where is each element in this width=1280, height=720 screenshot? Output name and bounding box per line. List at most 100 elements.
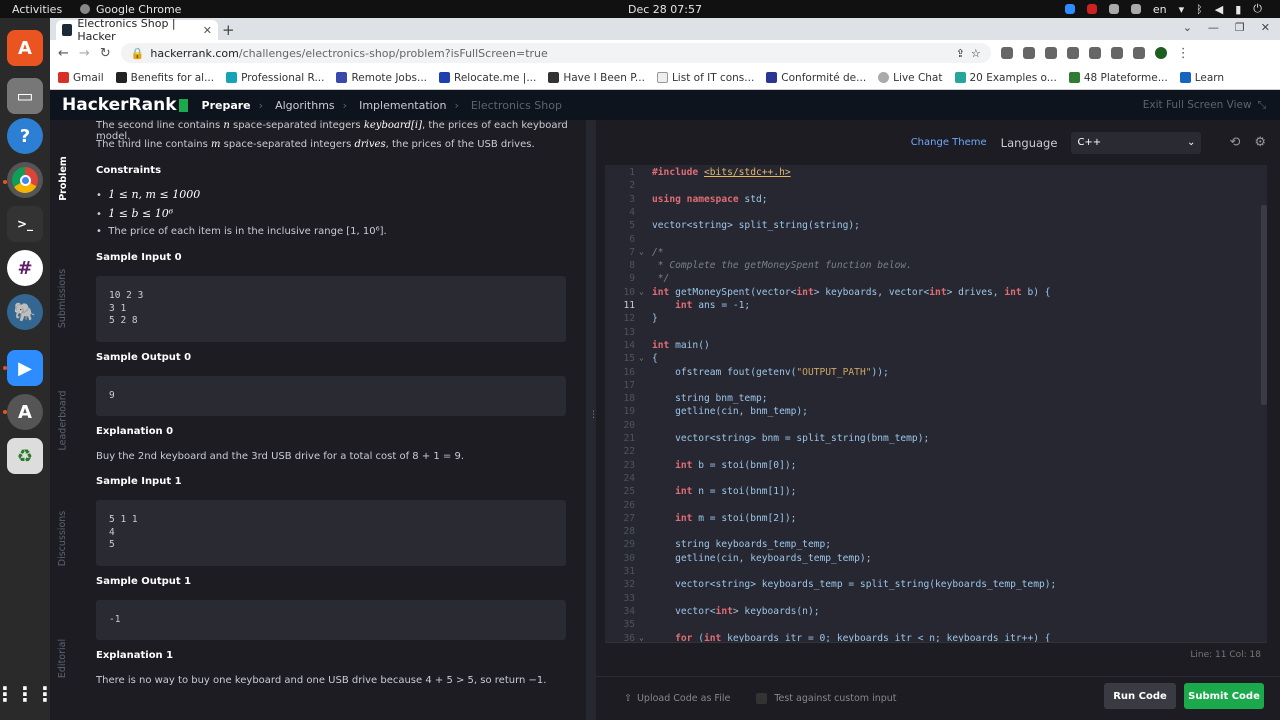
menu-kebab-icon[interactable]: ⋮ [1177, 46, 1190, 61]
code-line[interactable]: */ [652, 273, 670, 284]
minimize-icon[interactable]: — [1208, 21, 1219, 34]
bookmark-item[interactable]: Conformité de... [766, 72, 866, 84]
forward-icon[interactable]: → [79, 46, 90, 61]
browser-tab[interactable]: Electronics Shop | Hacker ✕ [56, 17, 218, 43]
zoom-icon[interactable]: ▶ [7, 350, 43, 386]
code-line[interactable]: vector<string> split_string(string); [652, 220, 860, 231]
bookmark-item[interactable]: Learn [1179, 72, 1224, 84]
editor-scrollbar[interactable] [1261, 205, 1267, 405]
hackerrank-logo[interactable]: HackerRank [62, 95, 188, 115]
code-line[interactable]: vector<int> keyboards(n); [652, 606, 819, 617]
code-line[interactable]: /* [652, 247, 664, 258]
terminal-icon[interactable]: >_ [7, 206, 43, 242]
code-line[interactable]: { [652, 353, 658, 364]
code-line[interactable]: for (int keyboards_itr = 0; keyboards_it… [652, 633, 1050, 643]
bookmark-item[interactable]: Benefits for al... [115, 72, 214, 84]
tab-discussions[interactable]: Discussions [50, 508, 76, 568]
breadcrumb-algorithms[interactable]: Algorithms [275, 99, 335, 112]
pane-resize-handle[interactable]: ⋮ [586, 120, 598, 720]
settings-icon[interactable]: ⚙ [1254, 135, 1266, 150]
address-bar[interactable]: 🔒 hackerrank.com/challenges/electronics-… [120, 43, 991, 63]
code-editor[interactable]: 1 #include <bits/stdc++.h> 2 3 using namespa… [605, 165, 1267, 642]
extension-icon[interactable] [1088, 47, 1101, 59]
tab-editorial[interactable]: Editorial [50, 635, 76, 681]
fold-chevron-icon[interactable]: ⌄ [639, 287, 644, 296]
volume-icon[interactable]: ◀ [1215, 3, 1223, 16]
breadcrumb-prepare[interactable]: Prepare [202, 99, 251, 112]
bookmark-item[interactable]: Have I Been P... [548, 72, 645, 84]
new-tab-button[interactable]: + [222, 21, 235, 39]
activities-button[interactable]: Activities [12, 3, 62, 16]
submit-code-button[interactable]: Submit Code [1184, 683, 1264, 709]
profile-avatar[interactable] [1154, 47, 1167, 59]
code-line[interactable]: vector<string> bnm = split_string(bnm_te… [652, 433, 929, 444]
tab-search-icon[interactable]: ⌄ [1183, 21, 1192, 34]
trash-icon[interactable]: ♻ [7, 438, 43, 474]
clipboard-tray-icon[interactable] [1108, 4, 1119, 14]
share-icon[interactable]: ⇪ [956, 47, 965, 60]
code-line[interactable]: getline(cin, keyboards_temp_temp); [652, 553, 871, 564]
software-center-icon[interactable]: A [7, 30, 43, 66]
code-line[interactable]: getline(cin, bnm_temp); [652, 406, 808, 417]
bookmark-item[interactable]: Remote Jobs... [336, 72, 427, 84]
system-tray[interactable]: en ▾ ᛒ ◀ ▮ ⏻ [1064, 2, 1262, 16]
code-line[interactable]: int b = stoi(bnm[0]); [652, 460, 796, 471]
extension-icon[interactable] [1000, 47, 1013, 59]
code-line[interactable]: ofstream fout(getenv("OUTPUT_PATH")); [652, 367, 889, 378]
code-line[interactable]: string bnm_temp; [652, 393, 767, 404]
close-window-icon[interactable]: ✕ [1261, 21, 1270, 34]
code-line[interactable]: int main() [652, 340, 710, 351]
fold-chevron-icon[interactable]: ⌄ [639, 633, 644, 642]
exit-fullscreen-button[interactable]: Exit Full Screen View ⤡ [1143, 99, 1266, 112]
bookmark-item[interactable]: Gmail [58, 72, 104, 84]
code-line[interactable]: using namespace std; [652, 194, 768, 205]
bookmark-item[interactable]: Live Chat [878, 72, 943, 84]
show-apps-icon[interactable]: ⋮⋮⋮ [0, 676, 55, 712]
clock[interactable]: Dec 28 07:57 [620, 3, 710, 16]
code-line[interactable]: int getMoneySpent(vector<int> keyboards,… [652, 287, 1051, 298]
power-menu-icon[interactable]: ⏻ [1253, 2, 1262, 16]
custom-input-toggle[interactable]: Test against custom input [756, 693, 897, 704]
tab-problem[interactable]: Problem [50, 150, 76, 206]
keyboard-layout[interactable]: en [1153, 3, 1167, 16]
language-select[interactable]: C++ ⌄ [1071, 131, 1202, 154]
bookmark-item[interactable]: Professional R... [226, 72, 324, 84]
close-tab-icon[interactable]: ✕ [203, 24, 212, 37]
bookmark-star-icon[interactable]: ☆ [971, 47, 981, 60]
code-line[interactable]: int m = stoi(bnm[2]); [652, 513, 796, 524]
code-line[interactable]: string keyboards_temp_temp; [652, 539, 831, 550]
extensions-puzzle-icon[interactable] [1110, 47, 1123, 59]
code-line[interactable]: int ans = -1; [652, 300, 750, 311]
app-store-icon[interactable]: A [7, 394, 43, 430]
tab-leaderboard[interactable]: Leaderboard [50, 390, 76, 450]
app-menu[interactable]: Google Chrome [80, 3, 181, 16]
upload-code-button[interactable]: ⇧ Upload Code as File [624, 693, 730, 704]
tab-submissions[interactable]: Submissions [50, 268, 76, 328]
files-icon[interactable]: ▭ [7, 78, 43, 114]
fold-chevron-icon[interactable]: ⌄ [639, 353, 644, 362]
code-line[interactable]: int n = stoi(bnm[1]); [652, 486, 796, 497]
wifi-icon[interactable]: ▾ [1179, 3, 1185, 16]
bookmark-item[interactable]: List of IT cons... [656, 72, 754, 84]
bookmark-item[interactable]: 20 Examples o... [954, 72, 1057, 84]
extension-icon[interactable] [1066, 47, 1079, 59]
extension-icon[interactable] [1044, 47, 1057, 59]
extension-icon[interactable] [1022, 47, 1035, 59]
bluetooth-icon[interactable]: ᛒ [1196, 3, 1203, 16]
change-theme-link[interactable]: Change Theme [911, 137, 987, 148]
battery-icon[interactable]: ▮ [1235, 3, 1241, 16]
code-line[interactable]: #include <bits/stdc++.h> [652, 167, 791, 178]
recorder-tray-icon[interactable] [1086, 4, 1097, 14]
back-icon[interactable]: ← [58, 46, 69, 61]
run-code-button[interactable]: Run Code [1104, 683, 1176, 709]
maximize-icon[interactable]: ❐ [1235, 21, 1245, 34]
reload-icon[interactable]: ↻ [100, 46, 111, 61]
code-line[interactable]: vector<string> keyboards_temp = split_st… [652, 579, 1056, 590]
custom-input-checkbox[interactable] [756, 693, 768, 704]
bookmark-item[interactable]: 48 Plateforme... [1068, 72, 1168, 84]
help-icon[interactable]: ? [7, 118, 43, 154]
sidebar-icon[interactable] [1132, 47, 1145, 59]
code-line[interactable]: * Complete the getMoneySpent function be… [652, 260, 912, 271]
chrome-dock-icon[interactable] [7, 162, 43, 198]
settings-tray-icon[interactable] [1130, 4, 1141, 14]
